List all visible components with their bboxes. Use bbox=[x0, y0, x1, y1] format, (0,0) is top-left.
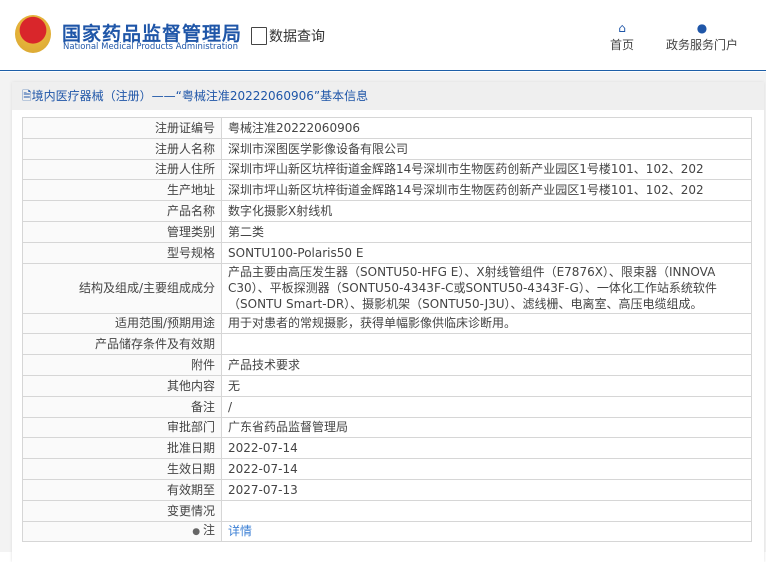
table-row: 产品名称 数字化摄影X射线机 bbox=[22, 200, 752, 222]
row-label: 其他内容 bbox=[22, 374, 222, 397]
row-label-text: 变更情况 bbox=[166, 503, 215, 518]
logo-title-en[interactable]: National Medical Products Administration bbox=[63, 42, 238, 52]
row-value: 广东省药品监督管理局 bbox=[221, 416, 752, 439]
row-value: 第二类 bbox=[221, 220, 752, 243]
content-area: 🗎境内医疗器械（注册）——“粤械注准20222060906”基本信息 注册证编号… bbox=[0, 72, 766, 562]
row-label-text: 产品储存条件及有效期 bbox=[94, 337, 215, 352]
row-label: 生产地址 bbox=[22, 179, 222, 202]
home-icon: ⌂ bbox=[618, 21, 626, 35]
info-table: 注册证编号 粤械注准20222060906 注册人名称 深圳市深图医学影像设备有限公司… bbox=[22, 117, 752, 543]
row-label: 注册人住所 bbox=[22, 158, 222, 181]
table-row: 结构及组成/主要组成成分 产品主要由高压发生器（SONTU50-HFG E）、X射… bbox=[22, 262, 752, 314]
table-row: 变更情况 bbox=[22, 499, 752, 522]
row-value: 2022-07-14 bbox=[221, 458, 752, 480]
detail-panel: 🗎境内医疗器械（注册）——“粤械注准20222060906”基本信息 注册证编号… bbox=[12, 82, 764, 562]
nav-home[interactable]: ⌂ 首页 bbox=[610, 20, 634, 53]
row-label-text: 有效期至 bbox=[166, 482, 215, 497]
table-row: 型号规格 SONTU100-Polaris50 E bbox=[22, 241, 752, 264]
row-label-text: 管理类别 bbox=[166, 224, 215, 239]
table-row: 适用范围/预期用途 用于对患者的常规摄影，获得单幅影像供临床诊断用。 bbox=[22, 312, 752, 335]
row-value: 无 bbox=[221, 374, 752, 397]
row-label: ● 注 bbox=[22, 520, 222, 543]
row-label-text: 审批部门 bbox=[166, 420, 215, 435]
table-row: 生效日期 2022-07-14 bbox=[22, 458, 752, 480]
table-row: 有效期至 2027-07-13 bbox=[22, 478, 752, 501]
document-search-icon bbox=[251, 27, 267, 45]
table-row: 注册人名称 深圳市深图医学影像设备有限公司 bbox=[22, 137, 752, 160]
table-row: 产品储存条件及有效期 bbox=[22, 333, 752, 356]
table-row: 附件 产品技术要求 bbox=[22, 354, 752, 376]
row-label: 型号规格 bbox=[22, 241, 222, 264]
row-label: 附件 bbox=[22, 354, 222, 376]
row-value: SONTU100-Polaris50 E bbox=[221, 241, 752, 264]
row-label: 审批部门 bbox=[22, 416, 222, 439]
row-value: 2027-07-13 bbox=[221, 478, 752, 501]
row-value bbox=[221, 499, 752, 522]
note-icon: ● bbox=[192, 527, 203, 538]
row-value: 粤械注准20222060906 bbox=[221, 117, 752, 139]
table-row: 管理类别 第二类 bbox=[22, 220, 752, 243]
row-label: 管理类别 bbox=[22, 220, 222, 243]
details-link[interactable]: 详情 bbox=[228, 524, 252, 538]
row-value: 深圳市深图医学影像设备有限公司 bbox=[221, 137, 752, 160]
nav-portal-label: 政务服务门户 bbox=[666, 38, 739, 52]
site-header: 国家药品监督管理局 National Medical Products Admi… bbox=[0, 0, 766, 71]
row-label: 适用范围/预期用途 bbox=[22, 312, 222, 335]
panel-title-text: 境内医疗器械（注册）——“粤械注准20222060906”基本信息 bbox=[31, 89, 369, 103]
table-row: 生产地址 深圳市坪山新区坑梓街道金辉路14号深圳市生物医药创新产业园区1号楼101… bbox=[22, 179, 752, 202]
row-label-text: 注册证编号 bbox=[154, 120, 215, 135]
row-label: 结构及组成/主要组成成分 bbox=[22, 262, 222, 314]
row-label-text: 注册人住所 bbox=[154, 162, 215, 177]
row-value bbox=[221, 333, 752, 356]
row-label-text: 适用范围/预期用途 bbox=[114, 316, 215, 331]
table-row: 注册证编号 粤械注准20222060906 bbox=[22, 117, 752, 139]
row-label-text: 注册人名称 bbox=[154, 141, 215, 156]
row-label-text: 其他内容 bbox=[166, 378, 215, 393]
row-label: 注册人名称 bbox=[22, 137, 222, 160]
row-label: 备注 bbox=[22, 395, 222, 418]
row-label: 注册证编号 bbox=[22, 117, 222, 139]
row-value: 深圳市坪山新区坑梓街道金辉路14号深圳市生物医药创新产业园区1号楼101、102… bbox=[221, 179, 752, 202]
row-label: 变更情况 bbox=[22, 499, 222, 522]
row-label: 产品名称 bbox=[22, 200, 222, 222]
row-label-text: 结构及组成/主要组成成分 bbox=[78, 281, 215, 296]
table-row: 备注 / bbox=[22, 395, 752, 418]
row-label-text: 备注 bbox=[190, 399, 215, 414]
data-query-link[interactable]: 数据查询 bbox=[251, 26, 325, 46]
table-row: 注册人住所 深圳市坪山新区坑梓街道金辉路14号深圳市生物医药创新产业园区1号楼10… bbox=[22, 158, 752, 181]
nav-service-portal[interactable]: ● 政务服务门户 bbox=[666, 20, 738, 53]
row-label: 批准日期 bbox=[22, 437, 222, 460]
row-value: 详情 bbox=[221, 520, 752, 543]
row-label-text: 生效日期 bbox=[166, 462, 215, 477]
row-value: 深圳市坪山新区坑梓街道金辉路14号深圳市生物医药创新产业园区1号楼101、102… bbox=[221, 158, 752, 181]
row-label-text: 批准日期 bbox=[166, 441, 215, 456]
row-label-text: 注 bbox=[202, 523, 215, 538]
table-row: 批准日期 2022-07-14 bbox=[22, 437, 752, 460]
nav-home-label: 首页 bbox=[610, 38, 635, 52]
row-value: 用于对患者的常规摄影，获得单幅影像供临床诊断用。 bbox=[221, 312, 752, 335]
national-emblem-logo bbox=[15, 15, 51, 53]
row-value: 数字化摄影X射线机 bbox=[221, 200, 752, 222]
user-icon: ● bbox=[696, 21, 708, 35]
row-value: / bbox=[221, 395, 752, 418]
row-label-text: 产品名称 bbox=[166, 204, 215, 219]
panel-title: 🗎境内医疗器械（注册）——“粤械注准20222060906”基本信息 bbox=[12, 82, 764, 110]
table-row: 审批部门 广东省药品监督管理局 bbox=[22, 416, 752, 439]
table-row: 其他内容无 bbox=[22, 374, 752, 397]
row-label: 产品储存条件及有效期 bbox=[22, 333, 222, 356]
row-value: 2022-07-14 bbox=[221, 437, 752, 460]
row-label: 有效期至 bbox=[22, 478, 222, 501]
row-label-text: 型号规格 bbox=[166, 245, 215, 260]
table-row: ● 注详情 bbox=[22, 520, 752, 543]
row-value: 产品主要由高压发生器（SONTU50-HFG E）、X射线管组件（E7876X）… bbox=[221, 262, 752, 314]
document-icon: 🗎 bbox=[22, 89, 32, 103]
row-label-text: 生产地址 bbox=[166, 183, 215, 198]
row-value: 产品技术要求 bbox=[221, 354, 752, 376]
row-label: 生效日期 bbox=[22, 458, 222, 480]
data-query-label: 数据查询 bbox=[269, 29, 325, 45]
row-label-text: 附件 bbox=[190, 358, 215, 373]
